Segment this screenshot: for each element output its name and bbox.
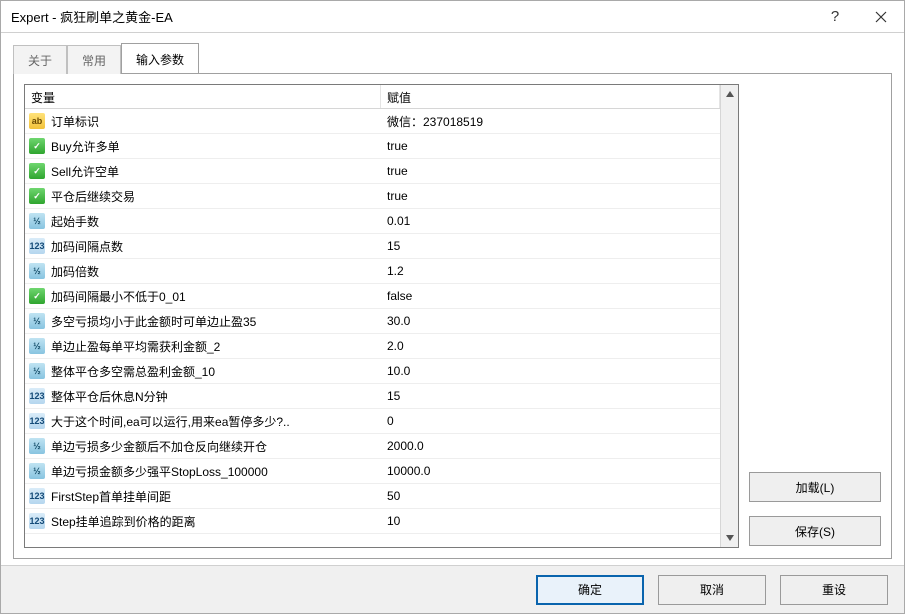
table-row[interactable]: ✓ Sell允许空单 true <box>25 159 720 184</box>
parameter-name: 整体平仓后休息N分钟 <box>51 388 168 405</box>
parameter-name: Step挂单追踪到价格的距离 <box>51 513 196 530</box>
v2-type-icon: ½ <box>29 313 45 329</box>
table-row[interactable]: ab 订单标识 微信：237018519 <box>25 109 720 134</box>
reset-button[interactable]: 重设 <box>780 575 888 605</box>
parameter-name: 平仓后继续交易 <box>51 188 135 205</box>
window-title: Expert - 疯狂刷单之黄金-EA <box>11 7 812 26</box>
vertical-scrollbar[interactable] <box>720 85 738 547</box>
parameter-name: 起始手数 <box>51 213 99 230</box>
123-type-icon: 123 <box>29 413 45 429</box>
table-row[interactable]: 123 Step挂单追踪到价格的距离 10 <box>25 509 720 534</box>
dialog-footer: 确定 取消 重设 <box>1 565 904 613</box>
parameter-value[interactable]: 2.0 <box>381 339 720 353</box>
cancel-button[interactable]: 取消 <box>658 575 766 605</box>
parameter-value[interactable]: true <box>381 139 720 153</box>
listview-body: ab 订单标识 微信：237018519 ✓ Buy允许多单 true ✓ Sell允许空单 t… <box>25 109 720 547</box>
table-row[interactable]: 123 加码间隔点数 15 <box>25 234 720 259</box>
table-row[interactable]: ½ 单边止盈每单平均需获利金额_2 2.0 <box>25 334 720 359</box>
tf-type-icon: ✓ <box>29 288 45 304</box>
help-button[interactable]: ? <box>812 1 858 33</box>
tab-inputs[interactable]: 输入参数 <box>121 43 199 73</box>
tab-common[interactable]: 常用 <box>67 45 121 74</box>
side-buttons: 加载(L) 保存(S) <box>749 84 881 548</box>
tab-about[interactable]: 关于 <box>13 45 67 74</box>
scroll-track[interactable] <box>721 103 738 529</box>
123-type-icon: 123 <box>29 513 45 529</box>
parameter-value[interactable]: 10.0 <box>381 364 720 378</box>
table-row[interactable]: ✓ Buy允许多单 true <box>25 134 720 159</box>
123-type-icon: 123 <box>29 488 45 504</box>
parameter-name: 单边亏损多少金额后不加仓反向继续开仓 <box>51 438 267 455</box>
123-type-icon: 123 <box>29 238 45 254</box>
parameter-value[interactable]: 10000.0 <box>381 464 720 478</box>
parameter-name: 加码间隔点数 <box>51 238 123 255</box>
parameter-name: 单边亏损金额多少强平StopLoss_100000 <box>51 463 268 480</box>
parameter-value[interactable]: 30.0 <box>381 314 720 328</box>
inputs-pane: 变量 赋值 ab 订单标识 微信：237018519 ✓ Buy允许多单 true ✓ Sel… <box>13 73 892 559</box>
table-row[interactable]: ✓ 平仓后继续交易 true <box>25 184 720 209</box>
listview-header: 变量 赋值 <box>25 85 720 109</box>
parameter-value[interactable]: 2000.0 <box>381 439 720 453</box>
save-button[interactable]: 保存(S) <box>749 516 881 546</box>
parameter-name: Sell允许空单 <box>51 163 119 180</box>
parameter-value[interactable]: false <box>381 289 720 303</box>
load-button[interactable]: 加载(L) <box>749 472 881 502</box>
parameter-value[interactable]: true <box>381 164 720 178</box>
parameter-name: 订单标识 <box>51 113 99 130</box>
parameter-name: 加码倍数 <box>51 263 99 280</box>
parameter-name: Buy允许多单 <box>51 138 120 155</box>
close-button[interactable] <box>858 1 904 33</box>
parameter-name: 大于这个时间,ea可以运行,用来ea暂停多少?.. <box>51 413 290 430</box>
tf-type-icon: ✓ <box>29 138 45 154</box>
expert-window: Expert - 疯狂刷单之黄金-EA ? 关于 常用 输入参数 变量 赋值 a… <box>0 0 905 614</box>
v2-type-icon: ½ <box>29 363 45 379</box>
scroll-up-icon[interactable] <box>721 85 738 103</box>
parameter-name: 整体平仓多空需总盈利金额_10 <box>51 363 215 380</box>
table-row[interactable]: ✓ 加码间隔最小不低于0_01 false <box>25 284 720 309</box>
tabs: 关于 常用 输入参数 <box>13 45 892 73</box>
parameter-name: 单边止盈每单平均需获利金额_2 <box>51 338 220 355</box>
v2-type-icon: ½ <box>29 213 45 229</box>
ok-button[interactable]: 确定 <box>536 575 644 605</box>
parameter-name: 加码间隔最小不低于0_01 <box>51 288 186 305</box>
scroll-down-icon[interactable] <box>721 529 738 547</box>
parameter-name: 多空亏损均小于此金额时可单边止盈35 <box>51 313 256 330</box>
content-area: 关于 常用 输入参数 变量 赋值 ab 订单标识 微信：237018519 ✓ Buy允… <box>1 33 904 565</box>
parameter-value[interactable]: 1.2 <box>381 264 720 278</box>
table-row[interactable]: 123 大于这个时间,ea可以运行,用来ea暂停多少?.. 0 <box>25 409 720 434</box>
ab-type-icon: ab <box>29 113 45 129</box>
table-row[interactable]: ½ 多空亏损均小于此金额时可单边止盈35 30.0 <box>25 309 720 334</box>
column-header-value[interactable]: 赋值 <box>381 85 720 108</box>
table-row[interactable]: ½ 单边亏损金额多少强平StopLoss_100000 10000.0 <box>25 459 720 484</box>
parameter-listview[interactable]: 变量 赋值 ab 订单标识 微信：237018519 ✓ Buy允许多单 true ✓ Sel… <box>24 84 739 548</box>
v2-type-icon: ½ <box>29 338 45 354</box>
table-row[interactable]: 123 整体平仓后休息N分钟 15 <box>25 384 720 409</box>
tf-type-icon: ✓ <box>29 163 45 179</box>
table-row[interactable]: ½ 单边亏损多少金额后不加仓反向继续开仓 2000.0 <box>25 434 720 459</box>
tf-type-icon: ✓ <box>29 188 45 204</box>
table-row[interactable]: ½ 加码倍数 1.2 <box>25 259 720 284</box>
123-type-icon: 123 <box>29 388 45 404</box>
v2-type-icon: ½ <box>29 263 45 279</box>
parameter-value[interactable]: 15 <box>381 389 720 403</box>
column-header-name[interactable]: 变量 <box>25 85 381 108</box>
parameter-value[interactable]: 0.01 <box>381 214 720 228</box>
titlebar: Expert - 疯狂刷单之黄金-EA ? <box>1 1 904 33</box>
v2-type-icon: ½ <box>29 463 45 479</box>
parameter-name: FirstStep首单挂单间距 <box>51 488 171 505</box>
table-row[interactable]: 123 FirstStep首单挂单间距 50 <box>25 484 720 509</box>
parameter-value[interactable]: 50 <box>381 489 720 503</box>
parameter-value[interactable]: true <box>381 189 720 203</box>
v2-type-icon: ½ <box>29 438 45 454</box>
table-row[interactable]: ½ 整体平仓多空需总盈利金额_10 10.0 <box>25 359 720 384</box>
parameter-value[interactable]: 0 <box>381 414 720 428</box>
parameter-value[interactable]: 15 <box>381 239 720 253</box>
parameter-value[interactable]: 10 <box>381 514 720 528</box>
close-icon <box>875 11 887 23</box>
table-row[interactable]: ½ 起始手数 0.01 <box>25 209 720 234</box>
parameter-value[interactable]: 微信：237018519 <box>381 113 720 130</box>
